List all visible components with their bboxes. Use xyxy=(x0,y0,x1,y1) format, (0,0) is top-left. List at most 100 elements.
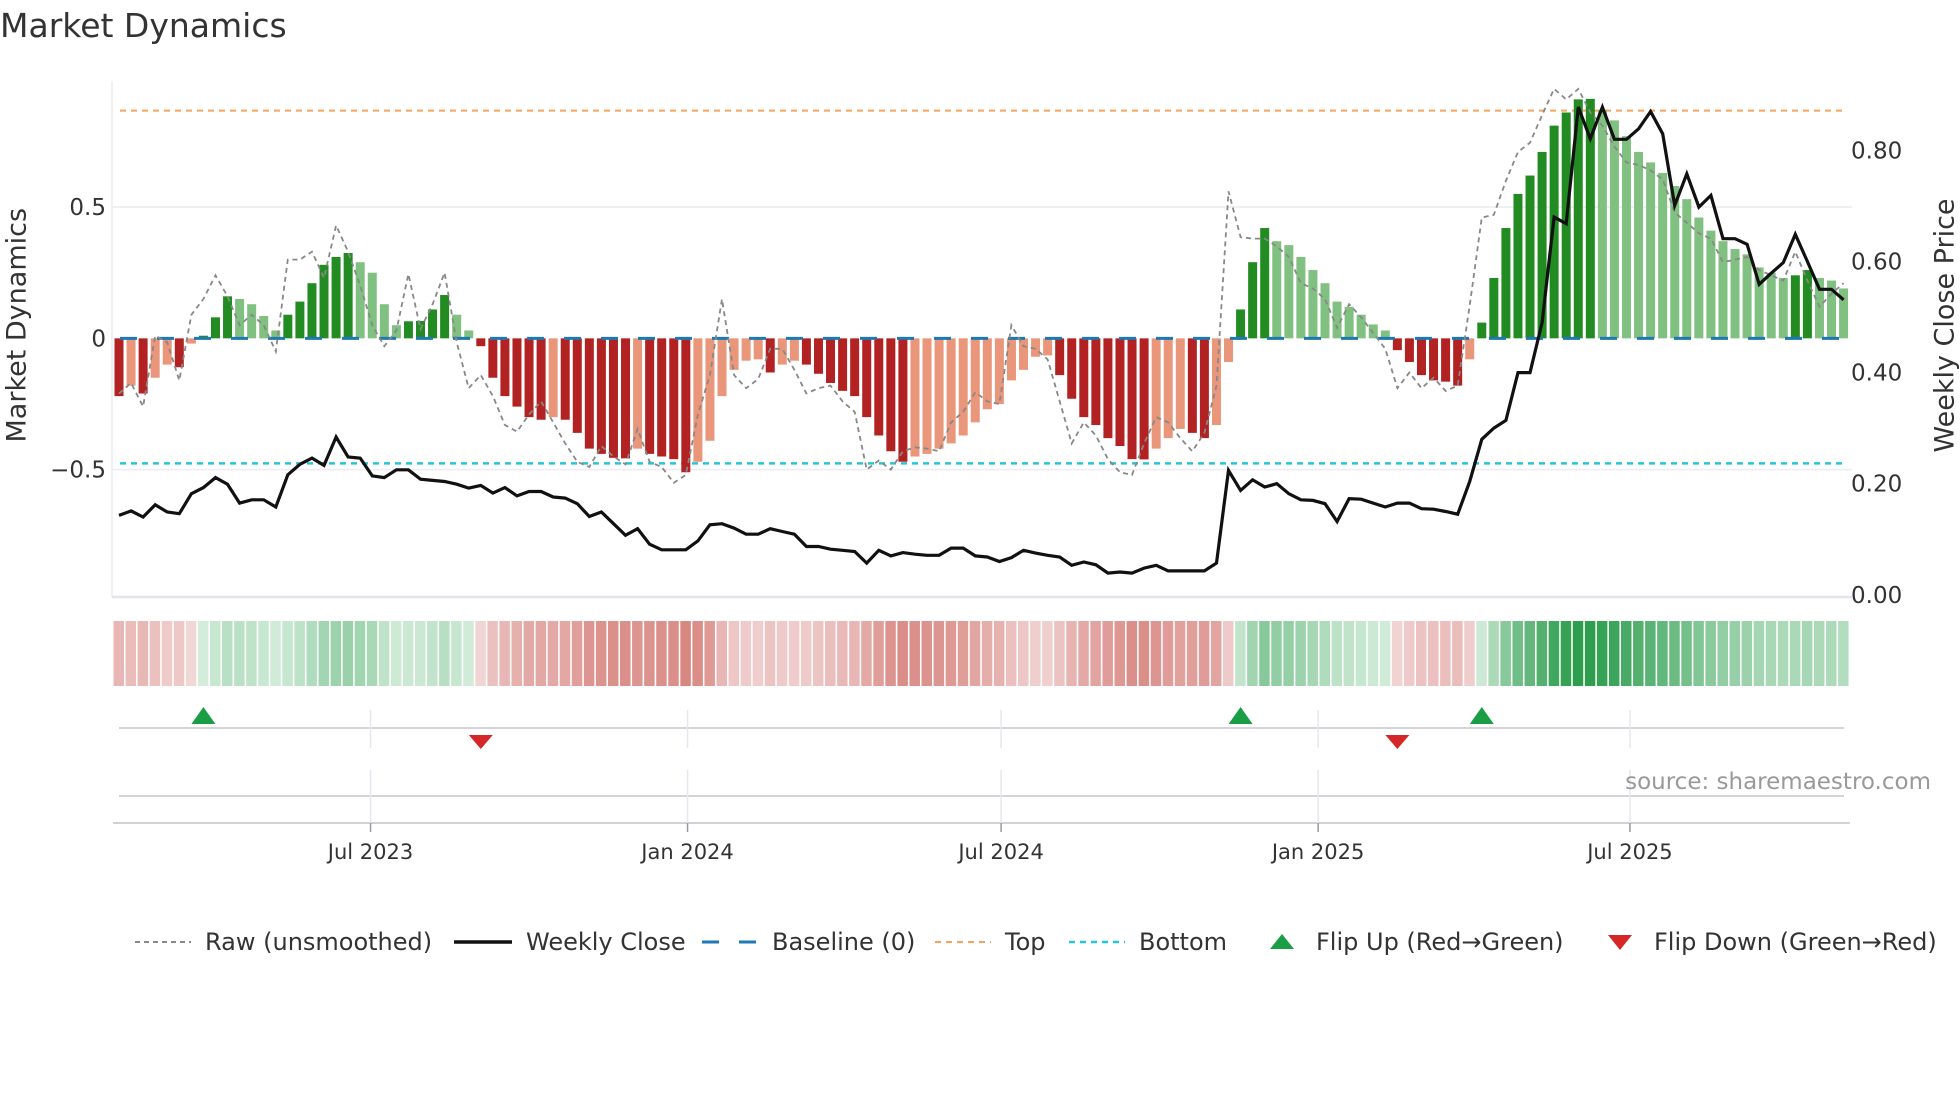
regime-cell xyxy=(1608,621,1620,686)
dynamics-bar xyxy=(223,296,233,339)
regime-cell xyxy=(788,621,800,686)
regime-cell xyxy=(559,621,571,686)
regime-cell xyxy=(547,621,559,686)
raw-line-swatch-icon xyxy=(135,941,191,943)
dynamics-bar xyxy=(307,283,317,339)
legend: Raw (unsmoothed) Weekly Close Baseline (… xyxy=(0,922,1960,962)
dynamics-bar xyxy=(1718,241,1728,339)
dynamics-bar xyxy=(1151,338,1161,449)
regime-cell xyxy=(1379,621,1391,686)
regime-cell xyxy=(1633,621,1644,686)
regime-cell xyxy=(812,621,824,686)
dynamics-bar xyxy=(1597,109,1607,339)
legend-label: Flip Down (Green→Red) xyxy=(1654,928,1937,956)
dynamics-bar xyxy=(512,338,522,407)
regime-cell xyxy=(294,621,305,686)
dynamics-bar xyxy=(645,338,655,454)
x-tick-label: Jul 2024 xyxy=(956,840,1043,864)
regime-cell xyxy=(342,621,354,686)
dynamics-bar xyxy=(874,338,884,436)
x-tick-label: Jan 2024 xyxy=(639,840,734,864)
dynamics-bar xyxy=(596,338,606,454)
regime-cell xyxy=(1512,621,1523,686)
source-credit: source: sharemaestro.com xyxy=(1625,769,1931,795)
regime-cell xyxy=(1198,621,1210,686)
regime-cell xyxy=(1657,621,1668,686)
regime-cell xyxy=(849,621,860,686)
y-axis-label-left: Market Dynamics xyxy=(1,207,33,443)
regime-strip xyxy=(113,621,1849,686)
regime-cell xyxy=(1452,621,1463,686)
regime-cell xyxy=(825,621,836,686)
dynamics-bar xyxy=(826,338,836,383)
regime-cell xyxy=(451,621,462,686)
regime-cell xyxy=(1705,621,1716,686)
dynamics-bar xyxy=(1091,338,1101,425)
regime-cell xyxy=(1126,621,1138,686)
dynamics-bar xyxy=(331,256,341,339)
dynamics-bar xyxy=(1790,275,1800,339)
y-right-tick-label: 0.40 xyxy=(1851,361,1902,387)
regime-cell xyxy=(197,621,209,686)
dynamics-bar xyxy=(669,338,679,460)
dynamics-bar xyxy=(1067,338,1077,399)
regime-cell xyxy=(1090,621,1101,686)
regime-cell xyxy=(1801,621,1813,686)
dynamics-bar xyxy=(452,314,462,339)
regime-cell xyxy=(1150,621,1162,686)
regime-cell xyxy=(427,621,438,686)
regime-cell xyxy=(161,621,173,686)
regime-cell xyxy=(1114,621,1125,686)
dynamics-bar xyxy=(1609,120,1619,339)
legend-label: Baseline (0) xyxy=(772,928,916,956)
dynamics-bar xyxy=(1441,338,1451,382)
regime-cell xyxy=(282,621,293,686)
dynamics-bar xyxy=(886,338,896,452)
regime-cell xyxy=(800,621,812,686)
legend-item-flip-down: Flip Down (Green→Red) xyxy=(1600,922,1937,962)
legend-item-baseline: Baseline (0) xyxy=(702,922,915,962)
regime-cell xyxy=(571,621,583,686)
dynamics-bar xyxy=(295,301,305,339)
regime-cell xyxy=(728,621,740,686)
legend-item-raw: Raw (unsmoothed) xyxy=(135,922,432,962)
dynamics-bar xyxy=(753,338,763,360)
dynamics-bar xyxy=(1646,162,1656,339)
regime-cell xyxy=(1669,621,1680,686)
y-right-tick-label: 0.20 xyxy=(1851,472,1902,498)
regime-cell xyxy=(1054,621,1065,686)
dynamics-bar xyxy=(729,338,739,370)
regime-cell xyxy=(487,621,498,686)
regime-cell xyxy=(1440,621,1451,686)
regime-cell xyxy=(535,621,547,686)
regime-cell xyxy=(933,621,945,686)
weekly-close-line xyxy=(118,102,1845,575)
dynamics-bar xyxy=(548,338,558,418)
regime-cell xyxy=(1596,621,1608,686)
dynamics-bar xyxy=(1296,256,1306,339)
dynamics-bar xyxy=(1404,338,1414,362)
dynamics-bar xyxy=(1706,230,1716,339)
dynamics-bar xyxy=(428,309,438,339)
dynamics-bar xyxy=(1416,338,1426,376)
regime-cell xyxy=(583,621,595,686)
dynamics-bar xyxy=(488,338,498,378)
dynamics-bar xyxy=(1453,338,1463,386)
dynamics-bar xyxy=(1308,270,1318,339)
dynamics-bar xyxy=(1103,338,1113,439)
dynamics-bar xyxy=(777,338,787,365)
dynamics-bar xyxy=(1489,277,1499,339)
regime-cell xyxy=(125,621,137,686)
regime-cell xyxy=(1717,621,1728,686)
regime-cell xyxy=(776,621,788,686)
dynamics-bar xyxy=(1392,338,1402,351)
dynamics-bar xyxy=(114,338,124,397)
dynamics-bar xyxy=(813,338,823,374)
dynamics-bar xyxy=(1019,338,1028,370)
regime-cell xyxy=(993,621,1005,686)
regime-cell xyxy=(1005,621,1017,686)
dynamics-bar xyxy=(970,338,980,423)
regime-cell xyxy=(1271,621,1282,686)
regime-cell xyxy=(1476,621,1487,686)
dynamics-bar xyxy=(283,314,293,339)
